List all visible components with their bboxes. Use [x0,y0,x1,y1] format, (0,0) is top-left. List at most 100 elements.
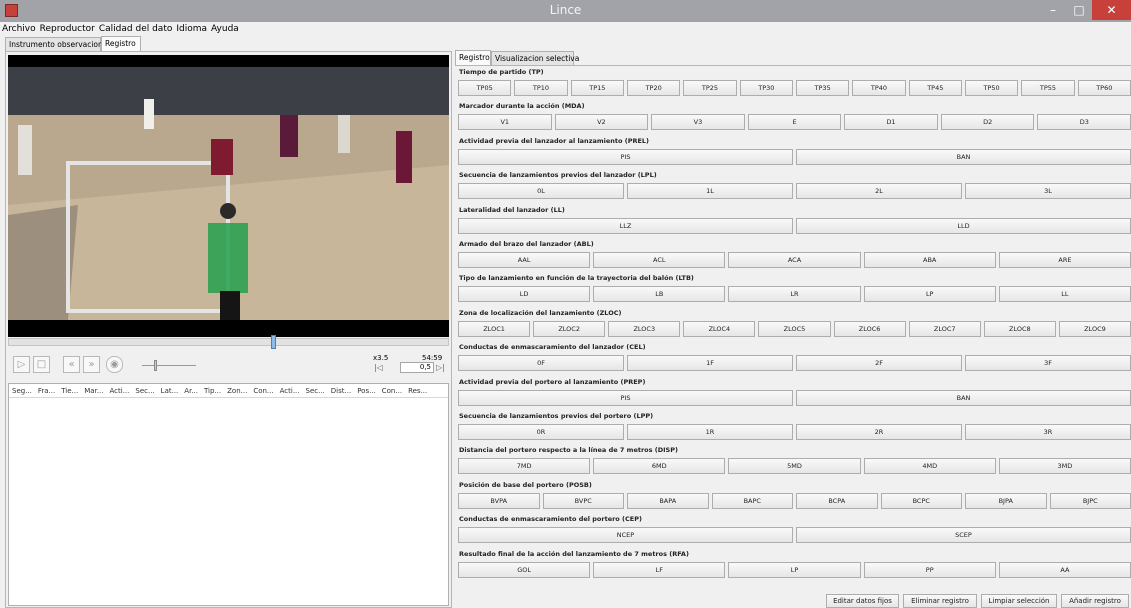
option-button[interactable]: TP15 [570,80,624,96]
table-column-header[interactable]: Pos... [354,384,379,395]
option-button[interactable]: ZLOC7 [908,320,981,337]
tab-instrumento-observacional[interactable]: Instrumento observacional [5,37,109,51]
volume-icon[interactable]: ◉ [106,356,123,373]
volume-slider[interactable] [142,360,196,371]
eliminar-registro-button[interactable]: Eliminar registro [903,594,977,608]
anadir-registro-button[interactable]: Añadir registro [1061,594,1129,608]
option-button[interactable]: ZLOC3 [608,320,681,337]
option-button[interactable]: BCPC [880,492,962,509]
option-button[interactable]: E [747,114,842,131]
option-button[interactable]: TP05 [458,80,512,96]
option-button[interactable]: 3F [965,355,1131,372]
option-button[interactable]: 0F [458,355,624,372]
option-button[interactable]: 5MD [728,458,861,475]
option-button[interactable]: 2F [796,355,962,372]
option-button[interactable]: GOL [458,561,591,578]
video-frame[interactable] [8,55,449,337]
option-button[interactable]: 2R [796,424,962,440]
menu-reproductor[interactable]: Reproductor [38,22,97,36]
option-button[interactable]: ZLOC4 [683,320,756,337]
menu-ayuda[interactable]: Ayuda [209,22,241,36]
maximize-button[interactable]: □ [1066,0,1092,20]
option-button[interactable]: ABA [863,252,996,268]
option-button[interactable]: PP [863,561,996,578]
option-button[interactable]: BAN [796,148,1131,165]
table-column-header[interactable]: Res... [405,384,430,395]
table-column-header[interactable]: Lat... [158,384,182,395]
rate-input[interactable]: 0,5 [400,362,434,373]
option-button[interactable]: 3L [965,183,1131,200]
fast-forward-icon[interactable]: » [83,356,100,373]
table-column-header[interactable]: Dist... [328,384,354,395]
option-button[interactable]: TP25 [683,80,737,96]
option-button[interactable]: TP55 [1021,80,1075,96]
option-button[interactable]: 0R [458,424,624,440]
menu-archivo[interactable]: Archivo [0,22,38,36]
option-button[interactable]: BVPC [542,492,624,509]
option-button[interactable]: BCPA [796,492,878,509]
close-button[interactable]: ✕ [1092,0,1131,20]
table-column-header[interactable]: Tip... [201,384,224,395]
option-button[interactable]: D3 [1037,114,1131,131]
option-button[interactable]: BAPA [627,492,709,509]
option-button[interactable]: ZLOC2 [533,320,606,337]
option-button[interactable]: ZLOC6 [833,320,906,337]
table-column-header[interactable]: Tie... [58,384,81,395]
option-button[interactable]: SCEP [796,527,1131,544]
menu-idioma[interactable]: Idioma [174,22,209,36]
menu-calidad-del-dato[interactable]: Calidad del dato [97,22,174,36]
option-button[interactable]: TP30 [739,80,793,96]
step-back-icon[interactable]: |◁ [374,363,383,372]
option-button[interactable]: 0L [458,183,624,200]
option-button[interactable]: ACA [728,252,861,268]
option-button[interactable]: BAPC [711,492,793,509]
option-button[interactable]: PIS [458,389,793,406]
option-button[interactable]: LLD [796,217,1131,234]
option-button[interactable]: 3R [965,424,1131,440]
option-button[interactable]: TP50 [964,80,1019,96]
table-column-header[interactable]: Seg... [9,384,35,395]
option-button[interactable]: TP20 [626,80,681,96]
tab-registro[interactable]: Registro [101,36,141,51]
option-button[interactable]: D2 [940,114,1035,131]
option-button[interactable]: LL [998,286,1131,303]
option-button[interactable]: 4MD [863,458,996,475]
option-button[interactable]: AA [998,561,1131,578]
table-column-header[interactable]: Zon... [224,384,250,395]
option-button[interactable]: 1L [627,183,793,200]
option-button[interactable]: V2 [554,114,649,131]
minimize-button[interactable]: – [1040,0,1066,20]
volume-slider-handle[interactable] [154,360,157,371]
option-button[interactable]: 1R [627,424,793,440]
option-button[interactable]: TP35 [795,80,850,96]
option-button[interactable]: ACL [593,252,726,268]
option-button[interactable]: ZLOC9 [1058,320,1131,337]
table-column-header[interactable]: Con... [250,384,276,395]
tab-registro-sub[interactable]: Registro [455,50,491,65]
table-column-header[interactable]: Fra... [35,384,58,395]
option-button[interactable]: 2L [796,183,962,200]
option-button[interactable]: V3 [651,114,745,131]
rewind-icon[interactable]: « [63,356,80,373]
option-button[interactable]: BAN [796,389,1131,406]
option-button[interactable]: AAL [458,252,591,268]
play-icon[interactable]: ▷ [13,356,30,373]
option-button[interactable]: V1 [458,114,552,131]
option-button[interactable]: LP [728,561,861,578]
table-column-header[interactable]: Sec... [132,384,157,395]
table-column-header[interactable]: Acti... [107,384,133,395]
progress-knob[interactable] [270,335,276,349]
option-button[interactable]: TP45 [908,80,962,96]
table-column-header[interactable]: Acti... [277,384,303,395]
option-button[interactable]: ZLOC8 [983,320,1056,337]
table-column-header[interactable]: Ar... [181,384,201,395]
table-column-header[interactable]: Con... [379,384,405,395]
step-forward-icon[interactable]: ▷| [436,363,445,372]
option-button[interactable]: 3MD [998,458,1131,475]
option-button[interactable]: ZLOC1 [458,320,531,337]
option-button[interactable]: PIS [458,148,793,165]
option-button[interactable]: LB [593,286,726,303]
option-button[interactable]: TP40 [852,80,906,96]
tab-visualizacion-selectiva[interactable]: Visualizacion selectiva [491,51,579,65]
option-button[interactable]: LF [593,561,726,578]
